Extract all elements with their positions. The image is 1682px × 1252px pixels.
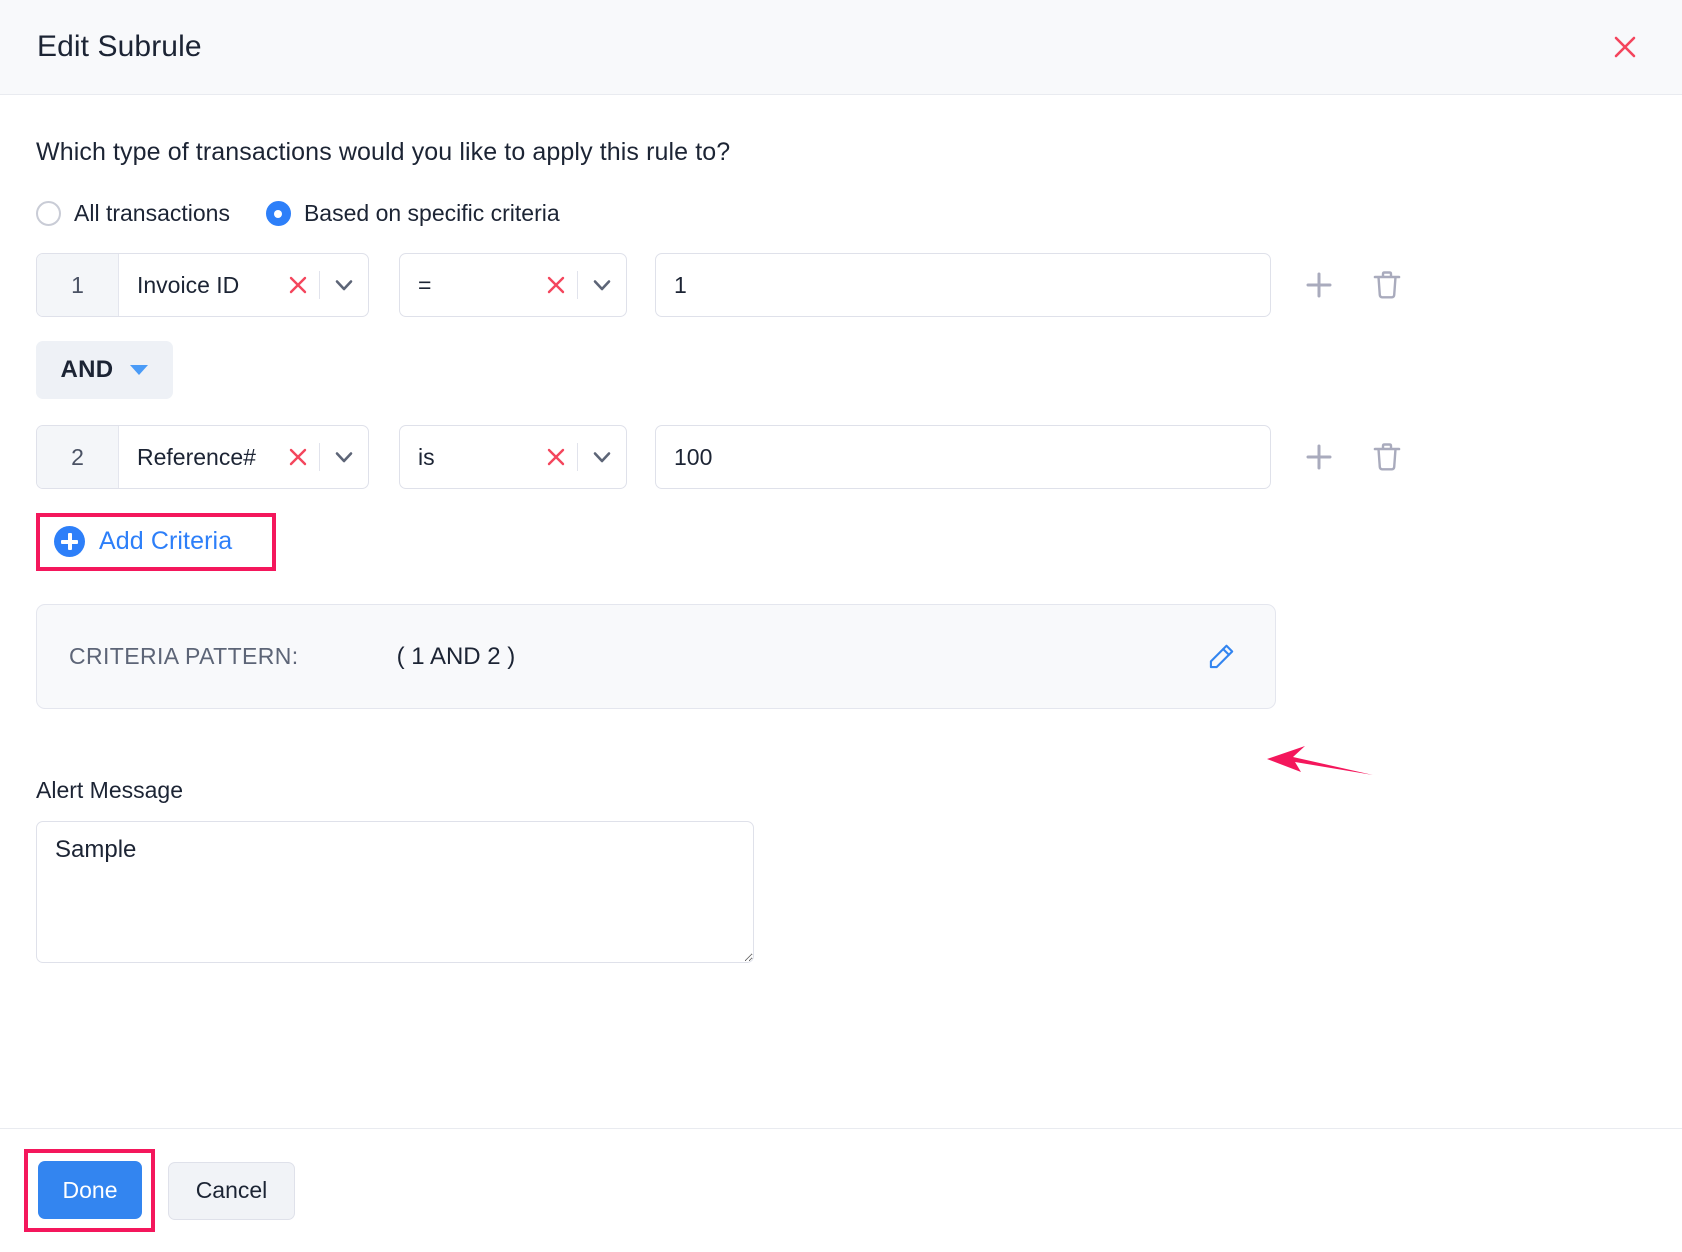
- radio-all-transactions[interactable]: All transactions: [36, 200, 230, 227]
- logic-operator-wrapper: AND: [36, 341, 1646, 399]
- criteria-field-select[interactable]: 2 Reference#: [36, 425, 369, 489]
- trash-icon[interactable]: [1367, 265, 1407, 305]
- dialog-header: Edit Subrule: [0, 0, 1682, 95]
- cancel-button[interactable]: Cancel: [168, 1162, 295, 1220]
- criteria-operator-select[interactable]: is: [399, 425, 627, 489]
- add-criteria-label: Add Criteria: [99, 527, 232, 556]
- chevron-down-icon[interactable]: [320, 426, 368, 488]
- chevron-down-icon[interactable]: [578, 254, 626, 316]
- plus-icon[interactable]: [1299, 265, 1339, 305]
- alert-message-input[interactable]: Sample: [36, 821, 754, 963]
- criteria-pattern-value: ( 1 AND 2 ): [397, 643, 516, 671]
- close-icon[interactable]: [1604, 26, 1646, 68]
- criteria-operator-select[interactable]: =: [399, 253, 627, 317]
- criteria-row: 1 Invoice ID =: [36, 253, 1646, 317]
- criteria-pattern-label: CRITERIA PATTERN:: [69, 643, 299, 670]
- logic-operator-dropdown[interactable]: AND: [36, 341, 173, 399]
- page-title: Which type of transactions would you lik…: [36, 138, 1646, 167]
- caret-down-icon: [130, 365, 148, 375]
- radio-based-on-specific-criteria[interactable]: Based on specific criteria: [266, 200, 560, 227]
- criteria-index: 1: [37, 254, 119, 316]
- close-x-icon[interactable]: [535, 426, 577, 488]
- criteria-value-input[interactable]: [655, 253, 1271, 317]
- trash-icon[interactable]: [1367, 437, 1407, 477]
- close-x-icon[interactable]: [277, 426, 319, 488]
- criteria-operator-label: is: [400, 426, 535, 488]
- done-button-highlight: Done: [24, 1149, 155, 1232]
- edit-subrule-dialog: Edit Subrule Which type of transactions …: [0, 0, 1682, 1252]
- alert-message-label: Alert Message: [36, 777, 1646, 804]
- criteria-field-label: Reference#: [119, 426, 277, 488]
- chevron-down-icon[interactable]: [320, 254, 368, 316]
- close-x-icon[interactable]: [277, 254, 319, 316]
- criteria-pattern-edit-icon[interactable]: [1199, 635, 1243, 679]
- criteria-row: 2 Reference# is: [36, 425, 1646, 489]
- add-criteria-button[interactable]: Add Criteria: [36, 513, 276, 571]
- criteria-value-input[interactable]: [655, 425, 1271, 489]
- criteria-pattern-box: CRITERIA PATTERN: ( 1 AND 2 ): [36, 604, 1276, 709]
- dialog-footer: Done Cancel: [0, 1128, 1682, 1252]
- chevron-down-icon[interactable]: [578, 426, 626, 488]
- done-button[interactable]: Done: [38, 1161, 142, 1219]
- radio-selected-icon: [266, 201, 291, 226]
- close-x-icon[interactable]: [535, 254, 577, 316]
- plus-icon[interactable]: [1299, 437, 1339, 477]
- radio-based-on-specific-criteria-label: Based on specific criteria: [304, 200, 560, 227]
- criteria-row-actions: [1299, 265, 1407, 305]
- criteria-operator-label: =: [400, 254, 535, 316]
- plus-circle-icon: [54, 526, 85, 557]
- criteria-index: 2: [37, 426, 119, 488]
- criteria-row-actions: [1299, 437, 1407, 477]
- criteria-field-label: Invoice ID: [119, 254, 277, 316]
- criteria-field-select[interactable]: 1 Invoice ID: [36, 253, 369, 317]
- transaction-type-radio-group: All transactions Based on specific crite…: [36, 200, 1646, 227]
- radio-unselected-icon: [36, 201, 61, 226]
- radio-all-transactions-label: All transactions: [74, 200, 230, 227]
- logic-operator-label: AND: [61, 356, 114, 384]
- dialog-title: Edit Subrule: [37, 30, 202, 64]
- dialog-body: Which type of transactions would you lik…: [0, 95, 1682, 1128]
